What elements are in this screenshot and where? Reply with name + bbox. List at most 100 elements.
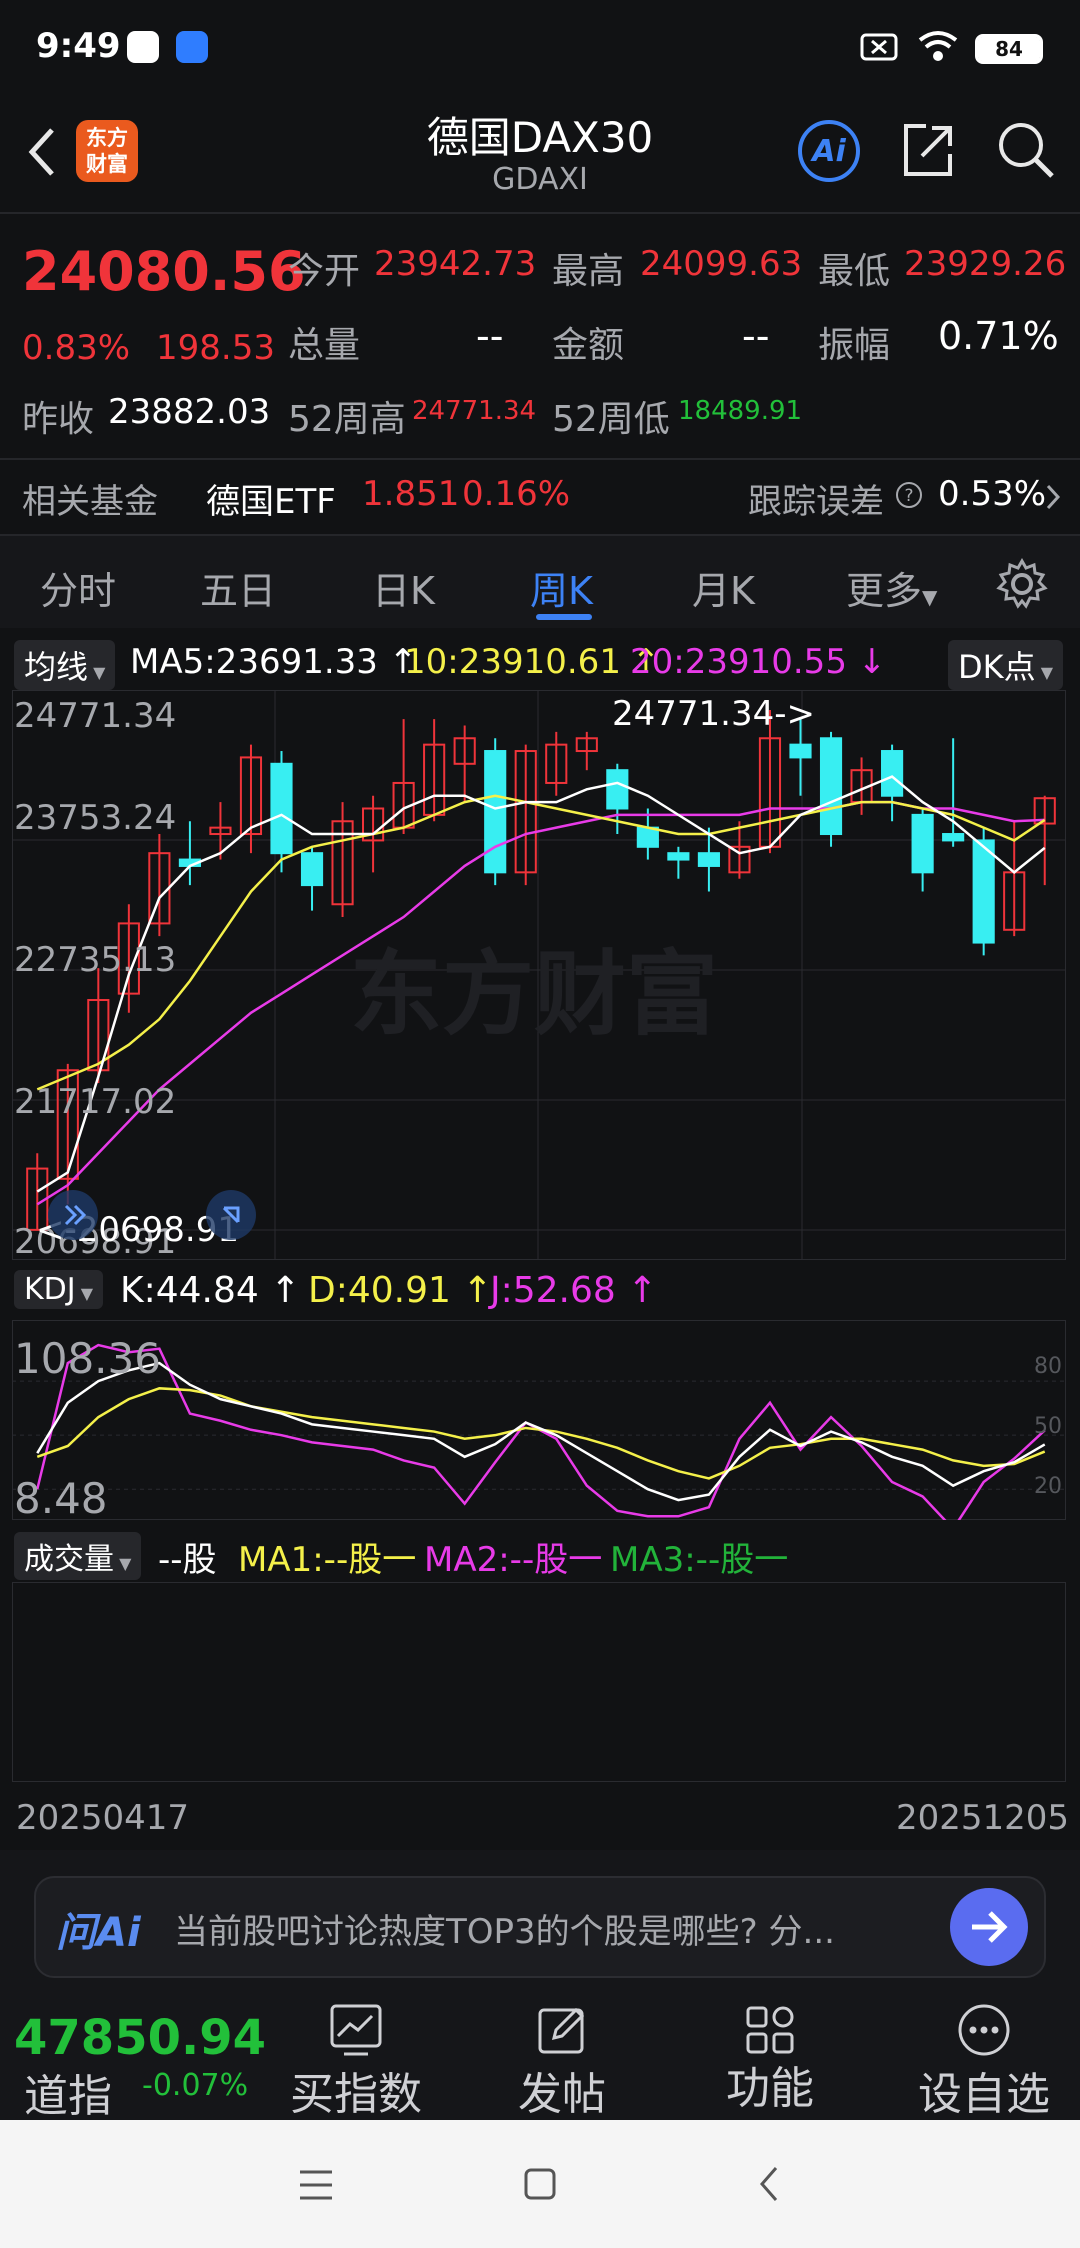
dk-point-button[interactable]: DK点 ▼ (948, 640, 1064, 690)
week52-low-value: 18489.91 (678, 396, 803, 426)
ai-assistant-button[interactable]: Ai (798, 120, 860, 182)
amplitude-value: 0.71% (938, 314, 1059, 358)
reset-view-icon[interactable] (204, 1188, 258, 1242)
search-icon[interactable] (994, 118, 1058, 182)
status-bar: 9:49 84 (0, 0, 1080, 100)
battery-icon: 84 (975, 34, 1043, 64)
low-value: 23929.26 (904, 244, 1067, 284)
ai-prompt-text[interactable]: 当前股吧讨论热度TOP3的个股是哪些? 分... (174, 1904, 954, 1953)
functions-button[interactable]: 功能 (700, 1990, 840, 2120)
fund-label: 相关基金 (22, 482, 158, 522)
system-navigation-bar (0, 2120, 1080, 2248)
volume-ma1: MA1:--股一 (238, 1540, 417, 1580)
wifi-icon (918, 31, 958, 61)
ma-selector[interactable]: 均线 ▼ (14, 640, 116, 690)
menu-icon[interactable] (298, 2168, 334, 2202)
svg-text:?: ? (904, 486, 913, 506)
scroll-left-icon[interactable] (46, 1188, 100, 1242)
candle-down (911, 813, 934, 874)
settings-gear-icon[interactable] (996, 558, 1048, 610)
low-label: 最低 (818, 251, 891, 292)
app-header: 东方财富 德国DAX30 GDAXI Ai (0, 100, 1080, 210)
buy-index-button[interactable]: 买指数 (286, 1990, 426, 2120)
kdj-selector-label: KDJ (24, 1272, 76, 1307)
related-fund-row[interactable]: 相关基金 德国ETF 1.851 0.16% 跟踪误差 ? 0.53% (0, 460, 1080, 534)
kdj-selector[interactable]: KDJ ▼ (14, 1270, 104, 1309)
volume-selector[interactable]: 成交量 ▼ (14, 1532, 142, 1580)
week52-high-value: 24771.34 (412, 396, 537, 426)
ma10-value: 10:23910.61 ↑ (404, 642, 661, 682)
tab-more[interactable]: 更多▼ (846, 560, 937, 615)
kdj-j-line (36, 1343, 1046, 1520)
home-icon[interactable] (522, 2166, 558, 2202)
post-button[interactable]: 发帖 (492, 1990, 632, 2120)
status-time: 9:49 (36, 26, 121, 66)
volume-ma3: MA3:--股一 (610, 1540, 789, 1580)
candle-down (972, 839, 995, 944)
current-price: 24080.56 (22, 240, 306, 303)
kdj-chart[interactable] (12, 1320, 1066, 1520)
max-annotation: 24771.34-> (612, 694, 815, 734)
kdj-level-20: 20 (1034, 1474, 1062, 1499)
volume-chart[interactable] (12, 1582, 1066, 1782)
candle-down (881, 750, 904, 797)
tracking-error-value: 0.53% (938, 474, 1047, 514)
caret-down-icon: ▼ (88, 663, 106, 682)
tab-monthly-k[interactable]: 月K (692, 560, 755, 615)
post-label: 发帖 (518, 2069, 606, 2120)
sim-off-icon (860, 33, 898, 61)
amount-value: -- (742, 314, 770, 358)
apps-grid-icon (746, 2006, 794, 2054)
ticker-index-value[interactable]: 47850.94 (14, 2010, 266, 2066)
ma20-value: 20:23910.55 ↓ (630, 642, 887, 682)
back-nav-icon[interactable] (756, 2164, 782, 2204)
date-end: 20251205 (896, 1798, 1070, 1838)
ai-send-button[interactable] (950, 1888, 1028, 1966)
candle-down (697, 852, 720, 867)
volume-label: 总量 (288, 325, 361, 366)
open-value: 23942.73 (374, 244, 537, 284)
candle-down (789, 743, 812, 759)
ma5-value: MA5:23691.33 ↑ (130, 642, 418, 682)
tab-weekly-k[interactable]: 周K (530, 560, 593, 615)
high-label: 最高 (552, 251, 625, 292)
kdj-d-line (36, 1387, 1046, 1480)
tab-five-day[interactable]: 五日 (200, 560, 276, 615)
candle-down (667, 852, 690, 861)
amount-label: 金额 (552, 325, 625, 366)
week52-low-label: 52周低 (552, 399, 670, 440)
arrow-right-icon (972, 1911, 1008, 1943)
tab-intraday[interactable]: 分时 (40, 560, 116, 615)
caret-down-icon: ▼ (1035, 663, 1054, 682)
help-icon[interactable]: ? (894, 480, 924, 510)
volume-value-legend: --股 (158, 1540, 217, 1580)
buy-index-label: 买指数 (290, 2069, 422, 2120)
tracking-error-label: 跟踪误差 (748, 482, 884, 522)
open-label: 今开 (288, 251, 361, 292)
dk-point-label: DK点 (958, 648, 1036, 686)
kdj-level-80: 80 (1034, 1354, 1062, 1379)
tab-more-label: 更多 (846, 569, 923, 613)
date-start: 20250417 (16, 1798, 190, 1838)
volume-ma2: MA2:--股一 (424, 1540, 603, 1580)
edit-icon (538, 2007, 585, 2054)
bottom-toolbar: 47850.94 道指 -0.07% 买指数 发帖 功能 设自选 (0, 1990, 1080, 2122)
add-watchlist-button[interactable]: 设自选 (904, 1990, 1064, 2120)
price-axis-3: 22735.13 (14, 940, 177, 980)
volume-selector-label: 成交量 (24, 1542, 114, 1577)
fund-name[interactable]: 德国ETF (206, 474, 336, 523)
ai-question-bar[interactable]: 问Ai 当前股吧讨论热度TOP3的个股是哪些? 分... (34, 1876, 1046, 1978)
chart-trend-icon (330, 2004, 382, 2056)
fund-percent: 0.16% (462, 474, 571, 514)
tab-daily-k[interactable]: 日K (372, 560, 435, 615)
amplitude-label: 振幅 (818, 325, 891, 366)
high-value: 24099.63 (640, 244, 803, 284)
candle-down (819, 737, 843, 836)
tab-active-indicator (536, 614, 592, 620)
prev-close-value: 23882.03 (108, 392, 271, 432)
candle-down (636, 826, 659, 848)
add-watchlist-label: 设自选 (918, 2069, 1050, 2120)
candle-down (942, 833, 965, 842)
share-icon[interactable] (898, 120, 958, 180)
chevron-right-icon (1046, 484, 1061, 510)
